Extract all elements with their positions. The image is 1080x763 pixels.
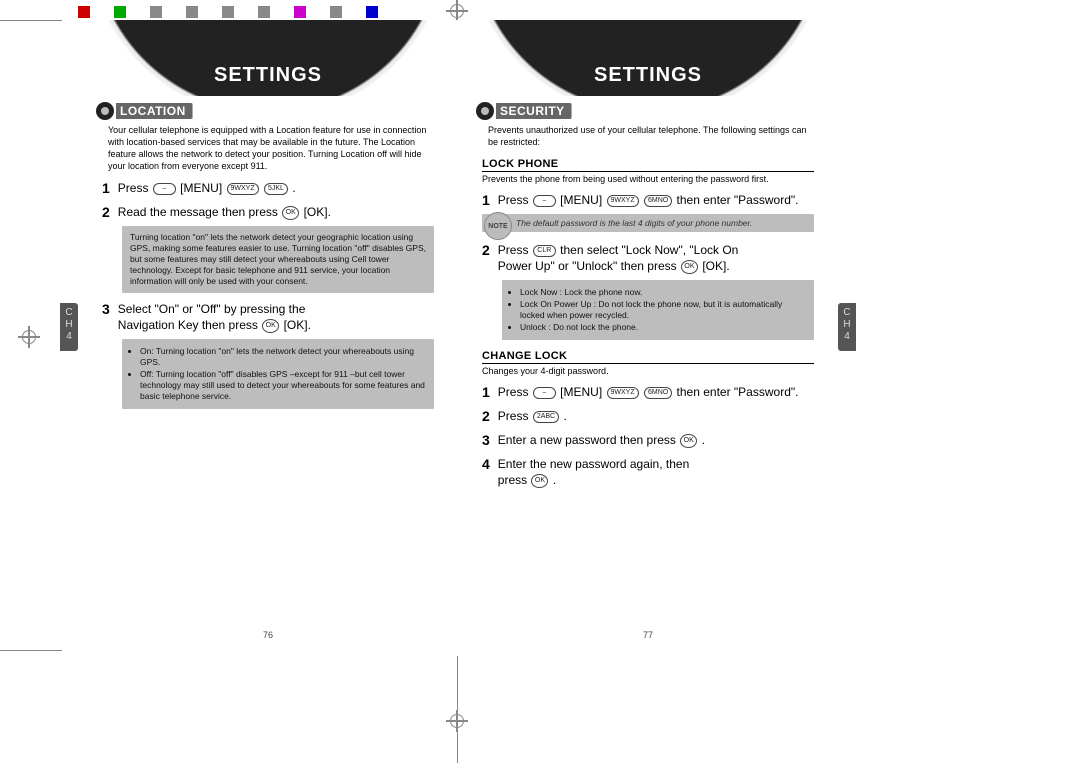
location-off-bullet: Off: Turning location "off" disables GPS… <box>140 369 426 402</box>
softkey-icon: ⎯ <box>153 183 176 195</box>
lock-phone-steps: 1 Press ⎯ [MENU] 9WXYZ 6MNO then enter "… <box>482 192 814 208</box>
section-bar-location: LOCATION <box>96 102 440 120</box>
location-on-bullet: On: Turning location "on" lets the netwo… <box>140 346 426 368</box>
page-left: SETTINGS LOCATION Your cellular telephon… <box>78 20 458 650</box>
page-number-left: 76 <box>263 630 273 640</box>
note-badge-icon: NOTE <box>484 212 512 240</box>
location-steps: 1 Press ⎯ [MENU] 9WXYZ 5JKL . 2 Read the… <box>102 180 434 220</box>
lock-now-bullet: Lock Now : Lock the phone now. <box>520 287 806 298</box>
page-header-title: SETTINGS <box>458 64 838 87</box>
key-6-icon: 6MNO <box>644 195 672 207</box>
chapter-tab-left: C H 4 <box>60 303 78 351</box>
lock-phone-steps-2: 2 Press CLR then select "Lock Now", "Loc… <box>482 242 814 274</box>
ok-key-icon: OK <box>681 260 698 274</box>
softkey-icon: ⎯ <box>533 195 556 207</box>
change-step-1: 1 Press ⎯ [MENU] 9WXYZ 6MNO then enter "… <box>482 384 814 400</box>
change-step-2: 2 Press 2ABC . <box>482 408 814 424</box>
section-label: LOCATION <box>116 103 193 119</box>
lock-step-1: 1 Press ⎯ [MENU] 9WXYZ 6MNO then enter "… <box>482 192 814 208</box>
page-header-band: SETTINGS <box>458 20 838 96</box>
default-password-note-text: The default password is the last 4 digit… <box>516 218 752 228</box>
location-steps-2: 3 Select "On" or "Off" by pressing the N… <box>102 301 434 333</box>
key-9-icon: 9WXYZ <box>607 387 639 399</box>
ok-key-icon: OK <box>680 434 697 448</box>
unlock-bullet: Unlock : Do not lock the phone. <box>520 322 806 333</box>
page-spread: SETTINGS LOCATION Your cellular telephon… <box>78 20 838 650</box>
location-note-box-1: Turning location "on" lets the network d… <box>122 226 434 293</box>
section-badge-icon <box>96 102 114 120</box>
key-2-icon: 2ABC <box>533 411 559 423</box>
softkey-icon: ⎯ <box>533 387 556 399</box>
clr-key-icon: CLR <box>533 245 556 257</box>
key-9-icon: 9WXYZ <box>607 195 639 207</box>
ok-key-icon: OK <box>531 474 548 488</box>
section-bar-security: SECURITY <box>476 102 820 120</box>
chapter-tab-right: C H 4 <box>838 303 856 351</box>
lock-options-box: Lock Now : Lock the phone now. Lock On P… <box>502 280 814 340</box>
key-5-icon: 5JKL <box>264 183 288 195</box>
page-header-band: SETTINGS <box>78 20 458 96</box>
step-1: 1 Press ⎯ [MENU] 9WXYZ 5JKL . <box>102 180 434 196</box>
change-step-4: 4 Enter the new password again, then pre… <box>482 456 814 488</box>
security-intro-text: Prevents unauthorized use of your cellul… <box>488 124 814 148</box>
step-2: 2 Read the message then press OK [OK]. <box>102 204 434 220</box>
location-intro-text: Your cellular telephone is equipped with… <box>108 124 434 172</box>
section-badge-icon <box>476 102 494 120</box>
location-on-off-box: On: Turning location "on" lets the netwo… <box>122 339 434 409</box>
ok-key-icon: OK <box>262 319 279 333</box>
lock-phone-legend: Prevents the phone from being used witho… <box>482 174 814 184</box>
change-step-3: 3 Enter a new password then press OK . <box>482 432 814 448</box>
page-right: SETTINGS SECURITY Prevents unauthorized … <box>458 20 838 650</box>
printer-color-marks <box>78 6 378 18</box>
ok-key-icon: OK <box>282 206 299 220</box>
subheading-change-lock: CHANGE LOCK <box>482 350 814 364</box>
page-number-right: 77 <box>643 630 653 640</box>
change-lock-steps: 1 Press ⎯ [MENU] 9WXYZ 6MNO then enter "… <box>482 384 814 488</box>
change-lock-legend: Changes your 4-digit password. <box>482 366 814 376</box>
key-6-icon: 6MNO <box>644 387 672 399</box>
section-label: SECURITY <box>496 103 572 119</box>
lock-step-2: 2 Press CLR then select "Lock Now", "Loc… <box>482 242 814 274</box>
step-3: 3 Select "On" or "Off" by pressing the N… <box>102 301 434 333</box>
subheading-lock-phone: LOCK PHONE <box>482 158 814 172</box>
page-header-title: SETTINGS <box>78 64 458 87</box>
lock-on-powerup-bullet: Lock On Power Up : Do not lock the phone… <box>520 299 806 321</box>
default-password-note: NOTE The default password is the last 4 … <box>482 214 814 232</box>
key-9-icon: 9WXYZ <box>227 183 259 195</box>
